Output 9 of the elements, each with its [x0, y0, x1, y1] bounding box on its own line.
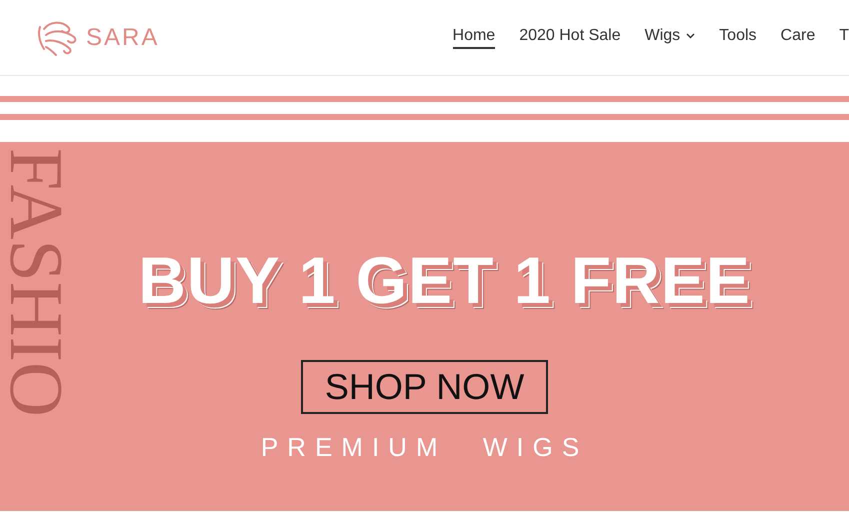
promo-headline: BUY 1 GET 1 FREE [138, 242, 751, 318]
shop-now-button[interactable]: SHOP NOW [300, 360, 548, 414]
nav-link[interactable]: Tools [719, 26, 757, 48]
nav-link[interactable]: Wigs [644, 26, 696, 48]
nav-link[interactable]: Care [780, 26, 816, 48]
nav-link[interactable]: Home [452, 26, 496, 48]
nav-link[interactable]: 2020 Hot Sale [519, 26, 621, 48]
nav-link[interactable]: T [839, 26, 849, 48]
tagline: PREMIUM WIGS [260, 432, 588, 463]
